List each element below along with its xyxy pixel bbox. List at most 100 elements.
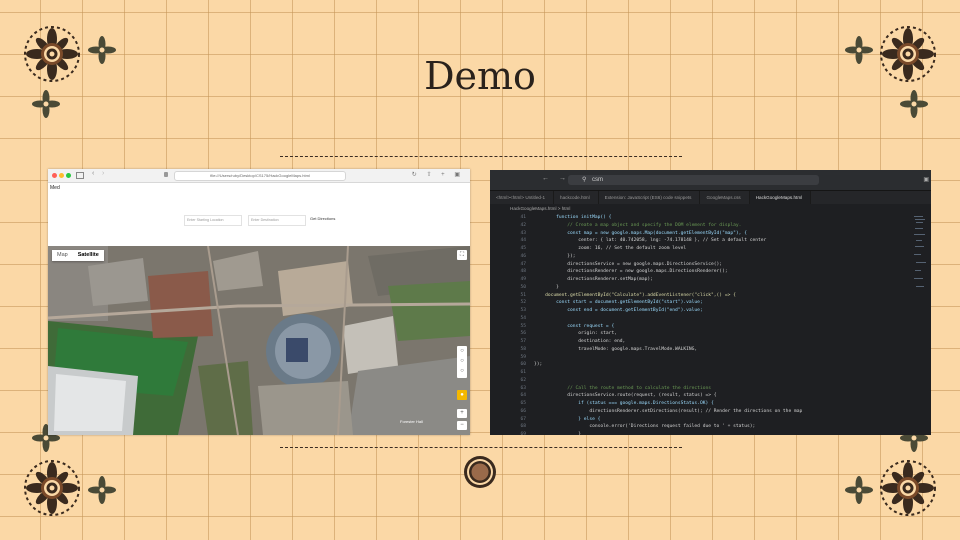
- code-line: 65 if (status === google.maps.Directions…: [490, 400, 931, 408]
- zoom-out-button[interactable]: −: [457, 421, 467, 430]
- address-bar[interactable]: file:///Users/ruby/Desktop/CS175/HackGoo…: [174, 171, 346, 181]
- close-window-icon[interactable]: [52, 173, 57, 178]
- slide-title: Demo: [424, 54, 536, 98]
- destination-input[interactable]: Enter Destination: [248, 215, 306, 226]
- line-number: 47: [520, 261, 526, 267]
- line-number: 60: [520, 362, 526, 368]
- zoom-in-button[interactable]: +: [457, 409, 467, 418]
- line-number: 42: [520, 222, 526, 228]
- mandala-ornament-icon: [880, 460, 936, 516]
- code-line: 41 function initMap() {: [490, 214, 931, 222]
- map-place-label: Forester Hall: [400, 419, 423, 424]
- line-number: 68: [520, 424, 526, 430]
- code-line: 63 // Call the route method to calculate…: [490, 385, 931, 393]
- medallion-icon: [464, 456, 496, 488]
- line-number: 56: [520, 331, 526, 337]
- search-text: csm: [592, 177, 603, 183]
- map-type-control[interactable]: Map Satellite: [52, 250, 104, 261]
- browser-screenshot: ‹ › file:///Users/ruby/Desktop/CS175/Hac…: [48, 169, 470, 435]
- line-number: 61: [520, 370, 526, 375]
- code-text: document.getElementById("Calculate").add…: [534, 292, 736, 298]
- satellite-imagery: [48, 246, 470, 435]
- code-line: 50 }: [490, 284, 931, 292]
- code-line: 47 directionsService = new google.maps.D…: [490, 261, 931, 269]
- back-arrow-icon[interactable]: ‹: [92, 170, 94, 177]
- divider-bottom: [280, 447, 682, 448]
- editor-tab[interactable]: GoogleMaps.css: [700, 191, 750, 204]
- line-number: 54: [520, 315, 526, 321]
- leaf-ornament-icon: [845, 476, 873, 504]
- minimap[interactable]: [914, 214, 926, 424]
- get-directions-button[interactable]: Get Directions: [310, 216, 335, 221]
- code-line: 44 center: { lat: 40.742058, lng: -74.17…: [490, 237, 931, 245]
- line-number: 64: [520, 393, 526, 399]
- map-type-map[interactable]: Map: [52, 250, 73, 261]
- code-text: const map = new google.maps.Map(document…: [534, 230, 747, 236]
- page-heading: Med: [50, 185, 60, 191]
- browser-actions-icon[interactable]: ↻ ⇧ + ▣: [412, 171, 464, 178]
- line-number: 63: [520, 385, 526, 391]
- code-text: directionsService = new google.maps.Dire…: [534, 261, 723, 267]
- code-text: }: [534, 432, 582, 435]
- code-line: 58 travelMode: google.maps.TravelMode.WA…: [490, 346, 931, 354]
- map-type-satellite[interactable]: Satellite: [73, 250, 104, 261]
- code-line: 54: [490, 315, 931, 323]
- code-line: 68 console.error('Directions request fai…: [490, 423, 931, 431]
- code-line: 56 origin: start,: [490, 330, 931, 338]
- start-location-input[interactable]: Enter Starting Location: [184, 215, 242, 226]
- code-text: function initMap() {: [534, 215, 612, 220]
- line-number: 66: [520, 408, 526, 414]
- editor-tab[interactable]: <html><html> Untitled-1: [490, 191, 555, 204]
- satellite-map[interactable]: Map Satellite ⛶ ○ ○ ○ ● + − Forester Hall: [48, 246, 470, 435]
- browser-toolbar: ‹ › file:///Users/ruby/Desktop/CS175/Hac…: [48, 169, 470, 183]
- code-text: });: [534, 253, 576, 259]
- code-text: zoom: 16, // Set the default zoom level: [534, 246, 687, 251]
- code-line: 48 directionsRenderer = new google.maps.…: [490, 268, 931, 276]
- pegman-icon[interactable]: ●: [457, 390, 467, 400]
- code-line: 46 });: [490, 253, 931, 261]
- code-text: if (status === google.maps.DirectionsSta…: [534, 401, 714, 406]
- editor-tab[interactable]: Extension: JavaScript (ES6) code snippet…: [599, 191, 701, 204]
- command-search-box[interactable]: ⚲ csm: [568, 175, 819, 185]
- code-text: });: [534, 362, 543, 368]
- fullscreen-icon[interactable]: ⛶: [457, 250, 467, 260]
- sidebar-toggle-icon[interactable]: [76, 172, 84, 179]
- slide: Demo ‹ › file:///Users/ruby/Desktop/CS17…: [0, 0, 960, 540]
- minimize-window-icon[interactable]: [59, 173, 64, 178]
- code-line: 62: [490, 377, 931, 385]
- line-number: 46: [520, 253, 526, 259]
- code-editor-screenshot: ← → ⚲ csm ▣ <html><html> Untitled-1 hackc…: [490, 170, 931, 435]
- line-number: 65: [520, 401, 526, 406]
- forward-arrow-icon[interactable]: ›: [102, 170, 104, 177]
- layout-icon[interactable]: ▣: [923, 176, 929, 183]
- camera-control-icon[interactable]: ○ ○ ○: [457, 346, 467, 378]
- code-line: 43 const map = new google.maps.Map(docum…: [490, 230, 931, 238]
- code-text: const end = document.getElementById("end…: [534, 308, 703, 313]
- code-text: directionsRenderer.setMap(map);: [534, 277, 653, 282]
- line-number: 49: [520, 277, 526, 282]
- navigation-arrows-icon[interactable]: ← →: [542, 175, 570, 182]
- line-number: 69: [520, 432, 526, 435]
- code-text: center: { lat: 40.742058, lng: -74.17814…: [534, 238, 767, 244]
- line-number: 50: [520, 284, 526, 290]
- code-line: 53 const end = document.getElementById("…: [490, 307, 931, 315]
- leaf-ornament-icon: [88, 476, 116, 504]
- mandala-ornament-icon: [24, 460, 80, 516]
- editor-tab[interactable]: hackcode.html: [554, 191, 599, 204]
- code-text: } else {: [534, 416, 601, 422]
- breadcrumb[interactable]: HackGoogleMaps.html > html: [490, 204, 931, 213]
- code-text: // Call the route method to calculate th…: [534, 385, 712, 391]
- maximize-window-icon[interactable]: [66, 173, 71, 178]
- line-number: 59: [520, 354, 526, 360]
- code-text: const request = {: [534, 323, 615, 329]
- code-area[interactable]: 41 function initMap() {42 // Create a ma…: [490, 214, 931, 435]
- line-number: 52: [520, 300, 526, 306]
- editor-titlebar: ← → ⚲ csm ▣: [490, 170, 931, 191]
- code-text: origin: start,: [534, 331, 617, 337]
- code-line: 67 } else {: [490, 416, 931, 424]
- editor-tab[interactable]: HackGoogleMaps.html: [749, 191, 812, 204]
- code-line: 57 destination: end,: [490, 338, 931, 346]
- web-page: Med Enter Starting Location Enter Destin…: [48, 183, 470, 246]
- shield-icon: [164, 172, 168, 177]
- divider-top: [280, 156, 682, 157]
